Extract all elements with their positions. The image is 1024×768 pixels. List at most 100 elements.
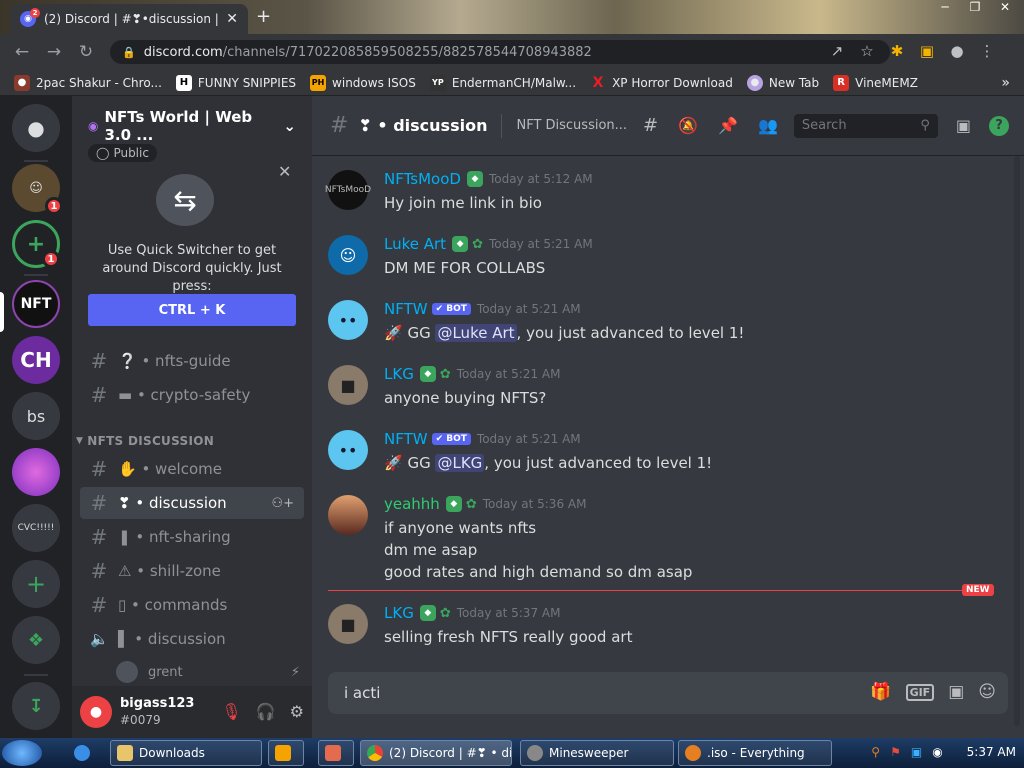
minimize-icon[interactable]: ─ [930, 0, 960, 14]
bookmark-item[interactable]: YP EndermanCH/Malw... [429, 74, 576, 91]
taskbar-downloads[interactable]: Downloads [110, 740, 262, 766]
avatar[interactable]: •• [328, 430, 368, 470]
monitor-tray-icon[interactable]: ▣ [911, 745, 922, 759]
taskbar-everything[interactable]: .iso - Everything [678, 740, 832, 766]
volume-tray-icon[interactable]: ◉ [932, 745, 942, 759]
close-icon[interactable]: ✕ [278, 162, 291, 181]
bookmark-item[interactable]: X XP Horror Download [590, 75, 733, 91]
share-icon[interactable]: ↗ [822, 42, 852, 60]
channel-nfts-guide[interactable]: # ❔ • nfts-guide [80, 345, 304, 377]
message-author[interactable]: LKG [384, 365, 414, 383]
flag-tray-icon[interactable]: ⚑ [890, 745, 901, 759]
clock[interactable]: 5:37 AM [967, 745, 1016, 759]
new-tab-icon[interactable]: + [256, 6, 271, 27]
bookmark-item[interactable]: ● New Tab [746, 74, 819, 91]
message-input[interactable]: i acti 🎁 GIF ▣ ☺ [328, 672, 1008, 714]
search-input[interactable]: Search ⚲ [793, 113, 938, 138]
add-server-icon[interactable]: + [12, 560, 60, 608]
emoji-icon[interactable]: ☺ [978, 682, 996, 702]
channel-discussion[interactable]: # ❣ • discussion ⚇+ [80, 487, 304, 519]
bookmark-item[interactable]: ● 2pac Shakur - Chro... [14, 74, 162, 91]
gif-icon[interactable]: GIF [905, 683, 935, 701]
search-tray-icon[interactable]: ⚲ [871, 745, 880, 759]
server-icon-purple[interactable] [12, 448, 60, 496]
extensions-icon[interactable]: ✱ [882, 42, 912, 60]
sticker-icon[interactable]: ▣ [948, 682, 964, 702]
server-icon-plus[interactable]: +1 [12, 220, 60, 268]
more-bookmarks-icon[interactable]: » [1001, 75, 1010, 91]
user-mention[interactable]: @LKG [435, 454, 485, 472]
category-header[interactable]: ▼ NFTS DISCUSSION [76, 434, 214, 448]
taskbar-chrome[interactable]: (2) Discord | #❣ • dis... [360, 740, 512, 766]
avatar[interactable] [328, 495, 368, 535]
server-icon-cvc[interactable]: CVC!!!!! [12, 504, 60, 552]
bookmark-star-icon[interactable]: ☆ [852, 42, 882, 60]
browser-tab[interactable]: ◉ 2 (2) Discord | #❣•discussion | NF ✕ [10, 4, 248, 34]
media-player-icon [275, 745, 291, 761]
forward-icon[interactable]: → [38, 42, 70, 62]
menu-kebab-icon[interactable]: ⋮ [972, 42, 1002, 60]
close-window-icon[interactable]: ✕ [990, 0, 1020, 14]
mute-bell-icon[interactable]: 🔕 [678, 116, 698, 135]
channel-welcome[interactable]: # ✋ • welcome [80, 453, 304, 485]
server-icon-ch[interactable]: CH [12, 336, 60, 384]
explore-compass-icon[interactable]: ❖ [12, 616, 60, 664]
user-mention[interactable]: @Luke Art [435, 324, 517, 342]
message-author[interactable]: LKG [384, 604, 414, 622]
bookmark-item[interactable]: R VineMEMZ [833, 74, 918, 91]
x-icon: X [592, 74, 604, 91]
role-icon: ◆ [445, 496, 462, 512]
scrollbar[interactable] [1014, 156, 1020, 726]
address-bar[interactable]: 🔒 discord.com/channels/71702208585950825… [110, 40, 890, 64]
message-author[interactable]: Luke Art [384, 235, 446, 253]
maximize-icon[interactable]: ❐ [960, 0, 990, 14]
mute-mic-icon[interactable]: 🎙 [221, 702, 241, 721]
sidepanel-icon[interactable]: ▣ [912, 42, 942, 60]
back-icon[interactable]: ← [6, 42, 38, 62]
taskbar-media[interactable] [268, 740, 304, 766]
inbox-icon[interactable]: ▣ [956, 116, 971, 135]
role-icon: ◆ [466, 171, 483, 187]
avatar[interactable]: •• [328, 300, 368, 340]
message-time: Today at 5:21 AM [476, 432, 581, 446]
channel-topic[interactable]: NFT Discussion... [516, 118, 627, 133]
bookmark-item[interactable]: H FUNNY SNIPPIES [175, 74, 296, 91]
gear-icon[interactable]: ⚙ [290, 702, 304, 721]
download-icon[interactable]: ↧ [12, 682, 60, 730]
message-author[interactable]: NFTsMooD [384, 170, 461, 188]
profile-avatar-icon[interactable]: ● [942, 42, 972, 60]
message-author[interactable]: yeahhh [384, 495, 440, 513]
voice-user[interactable]: grent ⚡ [116, 660, 300, 684]
server-icon-bs[interactable]: bs [12, 392, 60, 440]
server-icon-avatar[interactable]: ☺ 1 [12, 164, 63, 215]
voice-channel-discussion[interactable]: 🔈 ▌ • discussion [80, 623, 304, 655]
close-tab-icon[interactable]: ✕ [226, 11, 238, 27]
bookmark-item[interactable]: PH windows ISOS [310, 74, 416, 91]
avatar[interactable]: NFTsMooD [325, 170, 371, 210]
add-member-icon[interactable]: ⚇+ [271, 496, 294, 511]
threads-icon[interactable]: # [643, 115, 658, 136]
channel-nft-sharing[interactable]: # ❚ • nft-sharing [80, 521, 304, 553]
channel-crypto-safety[interactable]: # ▬ • crypto-safety [80, 379, 304, 411]
gift-icon[interactable]: 🎁 [870, 682, 891, 702]
quick-switcher-button[interactable]: CTRL + K [88, 294, 296, 326]
taskbar-app[interactable] [318, 740, 354, 766]
headphones-icon[interactable]: 🎧 [256, 702, 276, 721]
start-button[interactable] [2, 740, 42, 766]
taskbar-minesweeper[interactable]: Minesweeper [520, 740, 674, 766]
help-icon[interactable]: ? [989, 115, 1010, 136]
discord-home-icon[interactable]: ● [12, 104, 60, 152]
avatar[interactable]: ☺ [328, 235, 368, 275]
server-icon-nft[interactable]: NFT [12, 280, 60, 328]
ie-icon[interactable] [68, 740, 104, 766]
message-author[interactable]: NFTW [384, 300, 428, 318]
pin-icon[interactable]: 📌 [718, 116, 738, 135]
members-icon[interactable]: 👥 [758, 116, 778, 135]
channel-commands[interactable]: # ▯ • commands [80, 589, 304, 621]
avatar[interactable]: ■ [328, 365, 368, 405]
reload-icon[interactable]: ↻ [70, 42, 102, 62]
message-author[interactable]: NFTW [384, 430, 428, 448]
user-avatar[interactable]: ● [80, 696, 112, 728]
channel-shill-zone[interactable]: # ⚠ • shill-zone [80, 555, 304, 587]
avatar[interactable]: ■ [328, 604, 368, 644]
